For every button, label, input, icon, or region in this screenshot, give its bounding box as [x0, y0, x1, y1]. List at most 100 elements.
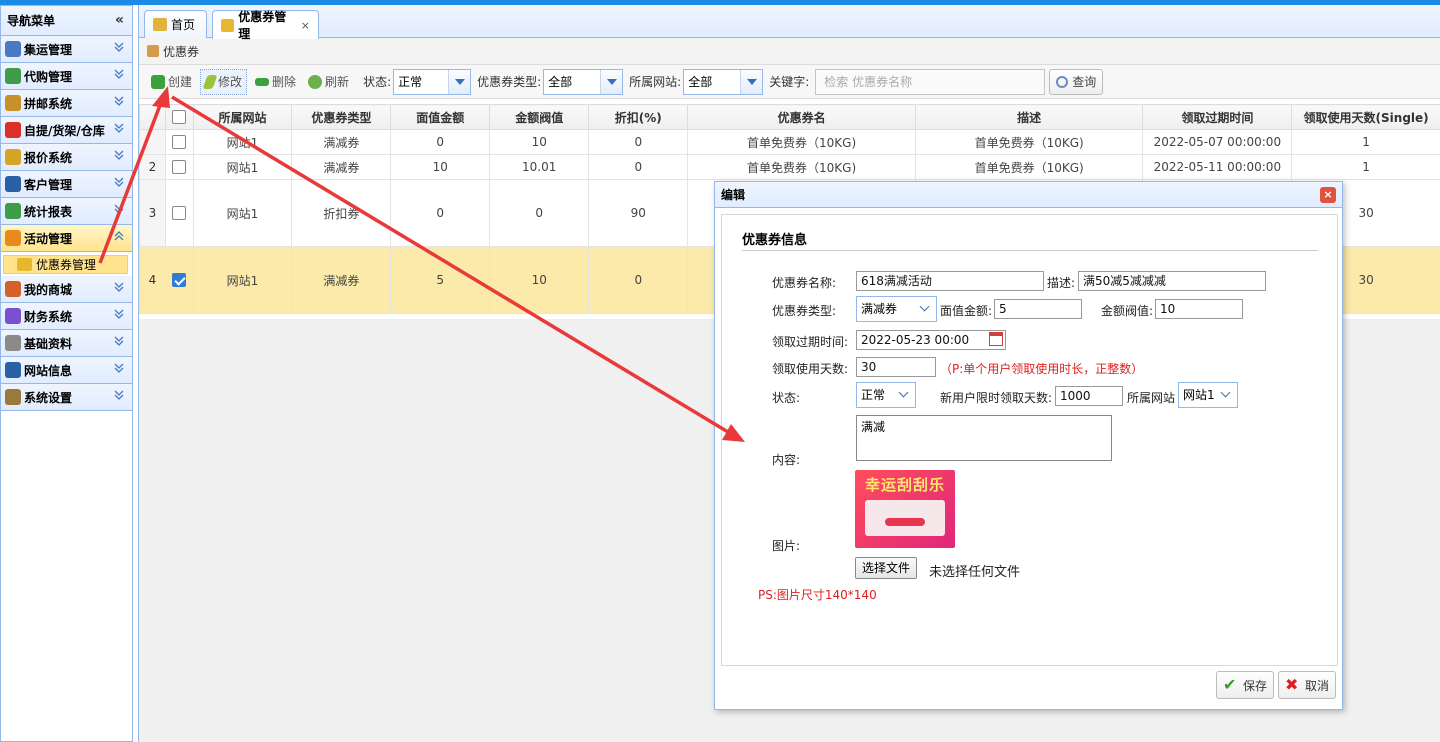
coupon-type-select[interactable]: 满减券 [856, 296, 937, 322]
chevron-down-icon[interactable] [114, 177, 124, 187]
keyword-search-input[interactable]: 检索 优惠券名称 [815, 68, 1046, 95]
sidebar-item[interactable]: 拼邮系统 [1, 90, 132, 117]
chevron-down-icon[interactable] [114, 150, 124, 160]
wrench-icon [5, 389, 21, 405]
face-value-input[interactable]: 5 [994, 299, 1082, 319]
use-days-input[interactable]: 30 [856, 357, 936, 377]
chevron-down-icon[interactable] [114, 42, 124, 52]
sidebar-item[interactable]: 财务系统 [1, 303, 132, 330]
sidebar-item-label: 代购管理 [24, 69, 73, 84]
new-user-days-input[interactable]: 1000 [1055, 386, 1123, 406]
save-button[interactable]: ✔ 保存 [1216, 671, 1275, 699]
coupon-name-label: 优惠券名称: [772, 276, 837, 290]
table-cell-expire: 2022-05-07 00:00:00 [1142, 129, 1293, 155]
row-checkbox[interactable] [172, 135, 187, 150]
table-cell-days: 1 [1291, 129, 1440, 155]
row-select-cell[interactable] [164, 179, 194, 247]
column-header[interactable]: 金额阀值 [489, 104, 590, 130]
site-filter-select[interactable]: 全部 [683, 68, 764, 95]
coupon-type-label: 优惠券类型: [772, 304, 837, 318]
sidebar-item[interactable]: 集运管理 [1, 36, 132, 63]
dropdown-arrow-icon [740, 69, 763, 94]
column-header[interactable]: 描述 [914, 104, 1144, 130]
chevron-down-icon[interactable] [114, 390, 124, 400]
create-label: 创建 [168, 75, 193, 89]
row-select-cell[interactable] [164, 154, 194, 180]
row-checkbox[interactable] [172, 273, 187, 288]
sidebar-item[interactable]: 基础资料 [1, 330, 132, 357]
column-header[interactable]: 面值金额 [390, 104, 491, 130]
table-cell-site: 网站1 [192, 179, 293, 247]
globe-icon [5, 203, 21, 219]
table-cell-discount: 90 [588, 179, 689, 247]
sidebar-item[interactable]: 客户管理 [1, 171, 132, 198]
chevron-down-icon[interactable] [114, 309, 124, 319]
delete-button[interactable]: 删除 [251, 69, 300, 95]
type-filter-label: 优惠券类型: [477, 75, 542, 89]
row-checkbox[interactable] [172, 160, 187, 175]
sidebar-item[interactable]: 活动管理 [1, 225, 132, 252]
sidebar-item[interactable]: 我的商城 [1, 276, 132, 303]
monitor-icon [5, 41, 21, 57]
table-cell-discount: 0 [588, 154, 689, 180]
table-cell-desc: 首单免费券（10KG) [914, 129, 1144, 155]
column-header[interactable]: 优惠券类型 [291, 104, 392, 130]
new-user-days-label: 新用户限时领取天数: [940, 391, 1053, 405]
row-select-cell[interactable] [164, 129, 194, 155]
site-select[interactable]: 网站1 [1178, 382, 1238, 408]
sidebar-item[interactable]: 统计报表 [1, 198, 132, 225]
chevron-down-icon[interactable] [114, 69, 124, 79]
chevron-down-icon[interactable] [114, 96, 124, 106]
edit-button[interactable]: 修改 [200, 68, 248, 95]
column-header[interactable]: 领取使用天数(Single) [1291, 104, 1440, 130]
sidebar-item[interactable]: 代购管理 [1, 63, 132, 90]
sidebar-item[interactable]: 自提/货架/仓库 [1, 117, 132, 144]
threshold-input[interactable]: 10 [1155, 299, 1243, 319]
column-header[interactable]: 优惠券名 [687, 104, 916, 130]
description-input[interactable]: 满50减5减减减 [1078, 271, 1266, 291]
content-textarea[interactable]: 满减 [856, 415, 1112, 461]
query-label: 查询 [1072, 75, 1097, 89]
tab-coupon-management[interactable]: 优惠券管理 × [212, 10, 319, 41]
expire-time-input[interactable]: 2022-05-23 00:00 [856, 330, 1006, 350]
tab-home[interactable]: 首页 [144, 10, 207, 38]
face-value-label: 面值金额: [940, 304, 993, 318]
sidebar-item[interactable]: 网站信息 [1, 357, 132, 384]
coupon-name-input[interactable]: 618满减活动 [856, 271, 1044, 291]
table-row[interactable]: 网站1 满减券 0 10 0 首单免费券（10KG) 首单免费券（10KG) 2022-05-… [139, 129, 1440, 155]
sidebar-item-label: 客户管理 [24, 177, 73, 192]
refresh-button[interactable]: 刷新 [304, 69, 353, 95]
calendar-icon[interactable] [989, 332, 1003, 346]
sidebar-item[interactable]: 系统设置 [1, 384, 132, 411]
choose-file-button[interactable]: 选择文件 [855, 557, 918, 579]
tab-close-icon[interactable]: × [301, 19, 310, 32]
create-button[interactable]: 创建 [147, 69, 196, 95]
chevron-down-icon[interactable] [114, 282, 124, 292]
image-size-note: PS:图片尺寸140*140 [758, 588, 877, 602]
chevron-down-icon[interactable] [114, 123, 124, 133]
close-icon[interactable]: × [1320, 187, 1336, 203]
row-select-cell[interactable] [164, 246, 194, 314]
chevron-down-icon[interactable] [114, 204, 124, 214]
red-ball-icon [5, 122, 21, 138]
select-all-header[interactable] [164, 104, 194, 130]
cancel-button[interactable]: ✖ 取消 [1278, 671, 1337, 699]
coins-icon [5, 149, 21, 165]
sidebar-subitem-coupon-management[interactable]: 优惠券管理 [1, 252, 132, 276]
column-header[interactable]: 领取过期时间 [1142, 104, 1293, 130]
column-header[interactable]: 折扣(%) [588, 104, 689, 130]
chevron-down-icon[interactable] [114, 363, 124, 373]
status-filter-select[interactable]: 正常 [393, 68, 472, 95]
status-select[interactable]: 正常 [856, 382, 916, 408]
type-filter-select[interactable]: 全部 [543, 68, 624, 95]
row-checkbox[interactable] [172, 206, 187, 221]
column-header[interactable]: 所属网站 [192, 104, 293, 130]
query-button[interactable]: 查询 [1049, 68, 1104, 95]
table-cell-type: 满减券 [291, 154, 392, 180]
table-row[interactable]: 2 网站1 满减券 10 10.01 0 首单免费券（10KG) 首单免费券（10KG) 202… [139, 154, 1440, 180]
sidebar-item[interactable]: 报价系统 [1, 144, 132, 171]
collapse-sidebar-icon[interactable]: « [115, 12, 124, 28]
chevron-up-icon[interactable] [114, 231, 124, 241]
select-all-checkbox[interactable] [172, 110, 187, 125]
chevron-down-icon[interactable] [114, 336, 124, 346]
